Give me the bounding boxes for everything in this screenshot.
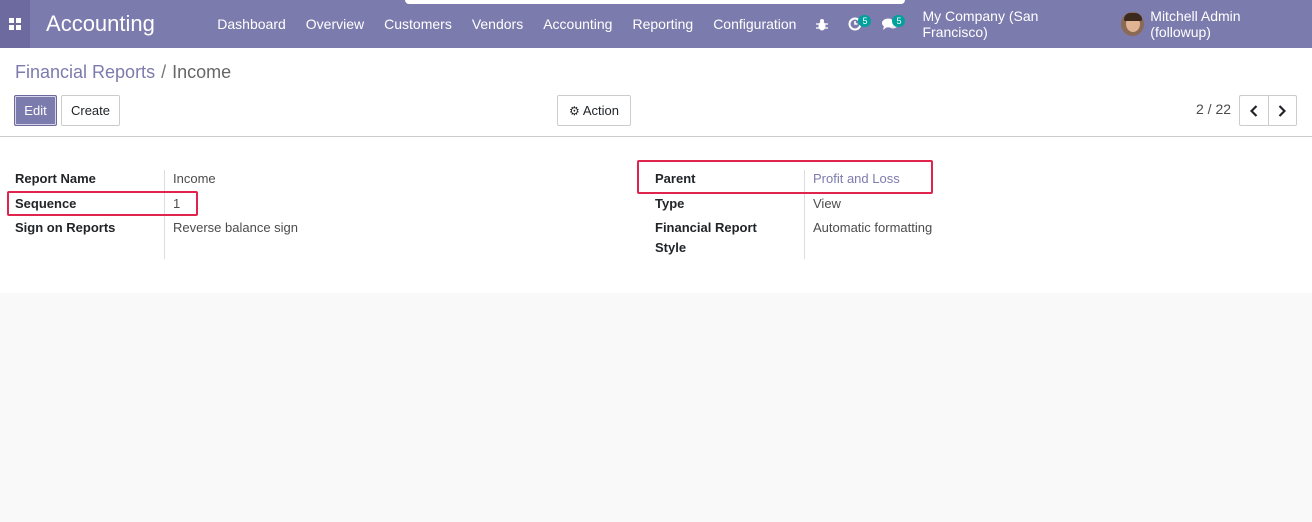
- pager-previous-button[interactable]: [1240, 96, 1268, 125]
- activity-button[interactable]: 5: [848, 0, 872, 48]
- window-notch: [405, 0, 905, 4]
- messages-button[interactable]: 5: [882, 0, 906, 48]
- report-name-label: Report Name: [15, 171, 96, 186]
- top-navbar: Accounting Dashboard Overview Customers …: [0, 0, 1312, 48]
- breadcrumb: Financial Reports / Income: [15, 62, 231, 83]
- menu-overview[interactable]: Overview: [296, 0, 374, 48]
- apps-menu-button[interactable]: [0, 0, 31, 48]
- chevron-right-icon: [1278, 104, 1287, 117]
- app-title[interactable]: Accounting: [46, 0, 191, 48]
- edit-button[interactable]: Edit: [14, 95, 57, 126]
- breadcrumb-current: Income: [172, 62, 232, 82]
- sign-on-reports-label: Sign on Reports: [15, 220, 116, 235]
- pager-buttons: [1239, 95, 1297, 126]
- parent-highlight-box: [637, 160, 933, 194]
- breadcrumb-parent-link[interactable]: Financial Reports: [15, 62, 155, 83]
- menu-reporting[interactable]: Reporting: [622, 0, 703, 48]
- menu-accounting[interactable]: Accounting: [533, 0, 622, 48]
- user-menu[interactable]: Mitchell Admin (followup): [1121, 8, 1298, 40]
- financial-report-style-label-line1: Financial Report: [655, 220, 757, 235]
- sequence-highlight-box: [7, 191, 198, 216]
- create-button[interactable]: Create: [61, 95, 120, 126]
- menu-customers[interactable]: Customers: [374, 0, 462, 48]
- main-menu: Dashboard Overview Customers Vendors Acc…: [207, 0, 806, 48]
- type-label: Type: [655, 196, 685, 211]
- gear-icon: ⚙: [569, 103, 580, 118]
- chevron-left-icon: [1249, 104, 1258, 117]
- avatar-hair: [1124, 13, 1143, 21]
- bug-icon: [816, 18, 829, 30]
- avatar: [1121, 12, 1145, 36]
- debug-bug-button[interactable]: [816, 0, 829, 48]
- pager-value[interactable]: 2 / 22: [1196, 101, 1231, 117]
- company-switcher[interactable]: My Company (San Francisco): [922, 8, 1099, 40]
- breadcrumb-separator: /: [161, 62, 167, 82]
- financial-report-style-value: Automatic formatting: [813, 220, 933, 235]
- user-name: Mitchell Admin (followup): [1150, 8, 1241, 40]
- sign-on-reports-value: Reverse balance sign: [173, 220, 299, 235]
- menu-configuration[interactable]: Configuration: [703, 0, 806, 48]
- financial-report-style-label-line2: Style: [655, 240, 687, 255]
- control-panel: Financial Reports / Income Edit Create ⚙…: [0, 48, 1312, 137]
- messages-badge: 5: [892, 15, 906, 27]
- pager-next-button[interactable]: [1267, 96, 1297, 125]
- systray: 5 5 My Company (San Francisco) Mitchell …: [806, 0, 1312, 48]
- report-name-value: Income: [173, 171, 216, 186]
- form-sheet: Report Name Income Sequence 1 Sign on Re…: [0, 137, 1312, 293]
- menu-vendors[interactable]: Vendors: [462, 0, 533, 48]
- type-value: View: [813, 196, 841, 211]
- financial-report-style-label: Financial Report Style: [655, 220, 757, 255]
- activity-badge: 5: [858, 15, 872, 27]
- menu-dashboard[interactable]: Dashboard: [207, 0, 296, 48]
- action-label: Action: [582, 103, 619, 118]
- grid-icon: [9, 18, 21, 30]
- action-button[interactable]: ⚙ Action: [557, 95, 631, 126]
